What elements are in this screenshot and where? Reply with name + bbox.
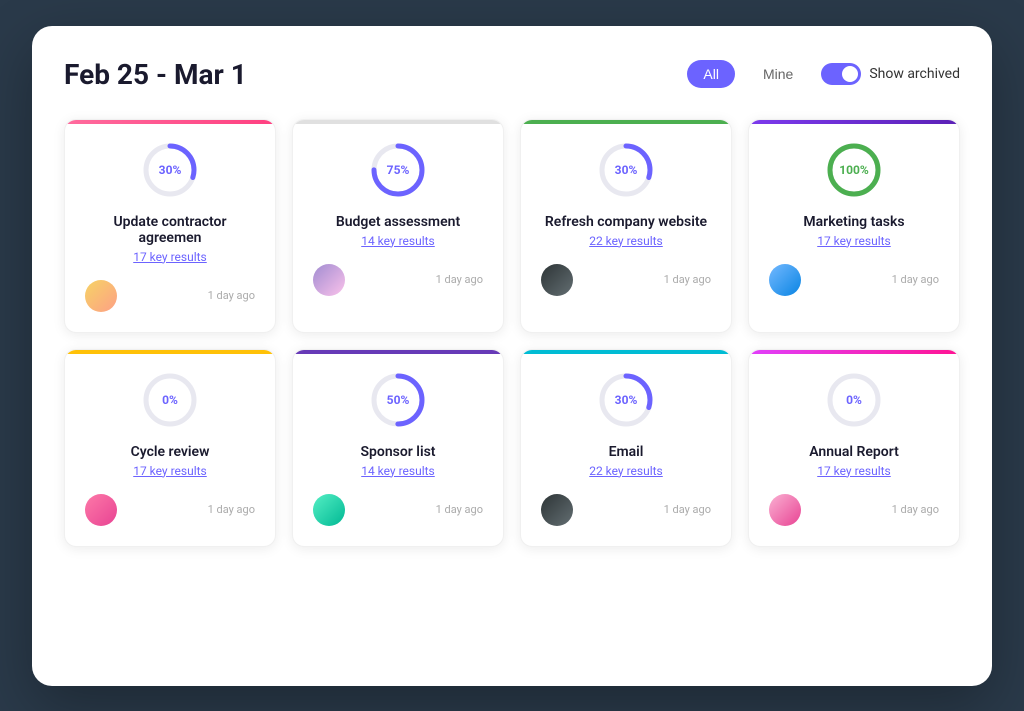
circle-container: 30%: [140, 140, 200, 200]
card-1[interactable]: 30% Update contractor agreemen 17 key re…: [64, 119, 276, 333]
progress-circle: 30%: [85, 140, 255, 200]
card-footer: 1 day ago: [85, 280, 255, 312]
card-4[interactable]: 100% Marketing tasks 17 key results 1 da…: [748, 119, 960, 333]
time-ago: 1 day ago: [208, 503, 255, 516]
card-3[interactable]: 30% Refresh company website 22 key resul…: [520, 119, 732, 333]
card-8[interactable]: 0% Annual Report 17 key results 1 day ag…: [748, 349, 960, 547]
time-ago: 1 day ago: [892, 503, 939, 516]
card-footer: 1 day ago: [769, 494, 939, 526]
card-title: Refresh company website: [541, 214, 711, 230]
progress-text: 30%: [615, 163, 638, 177]
card-2[interactable]: 75% Budget assessment 14 key results 1 d…: [292, 119, 504, 333]
header: Feb 25 - Mar 1 All Mine Show archived: [64, 58, 960, 91]
key-results-link[interactable]: 22 key results: [541, 234, 711, 248]
toggle-label: Show archived: [869, 66, 960, 82]
card-5[interactable]: 0% Cycle review 17 key results 1 day ago: [64, 349, 276, 547]
time-ago: 1 day ago: [208, 289, 255, 302]
toggle-switch[interactable]: [821, 63, 861, 85]
progress-text: 75%: [387, 163, 410, 177]
progress-circle: 75%: [313, 140, 483, 200]
time-ago: 1 day ago: [664, 503, 711, 516]
header-controls: All Mine Show archived: [687, 60, 960, 88]
progress-text: 30%: [159, 163, 182, 177]
circle-container: 0%: [140, 370, 200, 430]
time-ago: 1 day ago: [436, 273, 483, 286]
card-footer: 1 day ago: [85, 494, 255, 526]
avatar: [313, 494, 345, 526]
card-title: Annual Report: [769, 444, 939, 460]
card-title: Update contractor agreemen: [85, 214, 255, 246]
time-ago: 1 day ago: [892, 273, 939, 286]
progress-circle: 0%: [85, 370, 255, 430]
card-footer: 1 day ago: [313, 264, 483, 296]
progress-circle: 30%: [541, 140, 711, 200]
progress-text: 0%: [846, 393, 862, 407]
avatar: [769, 494, 801, 526]
circle-container: 30%: [596, 370, 656, 430]
card-title: Budget assessment: [313, 214, 483, 230]
time-ago: 1 day ago: [436, 503, 483, 516]
cards-grid: 30% Update contractor agreemen 17 key re…: [64, 119, 960, 547]
key-results-link[interactable]: 17 key results: [769, 234, 939, 248]
avatar: [85, 494, 117, 526]
main-container: Feb 25 - Mar 1 All Mine Show archived 30…: [32, 26, 992, 686]
progress-text: 0%: [162, 393, 178, 407]
progress-circle: 50%: [313, 370, 483, 430]
progress-text: 50%: [387, 393, 410, 407]
circle-container: 75%: [368, 140, 428, 200]
avatar: [85, 280, 117, 312]
card-title: Sponsor list: [313, 444, 483, 460]
key-results-link[interactable]: 22 key results: [541, 464, 711, 478]
progress-text: 30%: [615, 393, 638, 407]
time-ago: 1 day ago: [664, 273, 711, 286]
key-results-link[interactable]: 17 key results: [85, 250, 255, 264]
progress-circle: 0%: [769, 370, 939, 430]
date-range: Feb 25 - Mar 1: [64, 58, 247, 91]
avatar: [313, 264, 345, 296]
card-title: Cycle review: [85, 444, 255, 460]
progress-text: 100%: [839, 163, 869, 177]
key-results-link[interactable]: 14 key results: [313, 234, 483, 248]
circle-container: 30%: [596, 140, 656, 200]
key-results-link[interactable]: 14 key results: [313, 464, 483, 478]
card-title: Email: [541, 444, 711, 460]
card-7[interactable]: 30% Email 22 key results 1 day ago: [520, 349, 732, 547]
progress-circle: 100%: [769, 140, 939, 200]
card-footer: 1 day ago: [769, 264, 939, 296]
circle-container: 100%: [824, 140, 884, 200]
key-results-link[interactable]: 17 key results: [769, 464, 939, 478]
filter-mine-button[interactable]: Mine: [747, 60, 809, 88]
circle-container: 0%: [824, 370, 884, 430]
avatar: [769, 264, 801, 296]
progress-circle: 30%: [541, 370, 711, 430]
card-6[interactable]: 50% Sponsor list 14 key results 1 day ag…: [292, 349, 504, 547]
circle-container: 50%: [368, 370, 428, 430]
filter-all-button[interactable]: All: [687, 60, 735, 88]
card-footer: 1 day ago: [541, 264, 711, 296]
key-results-link[interactable]: 17 key results: [85, 464, 255, 478]
card-footer: 1 day ago: [541, 494, 711, 526]
avatar: [541, 494, 573, 526]
card-title: Marketing tasks: [769, 214, 939, 230]
avatar: [541, 264, 573, 296]
card-footer: 1 day ago: [313, 494, 483, 526]
show-archived-toggle[interactable]: Show archived: [821, 63, 960, 85]
